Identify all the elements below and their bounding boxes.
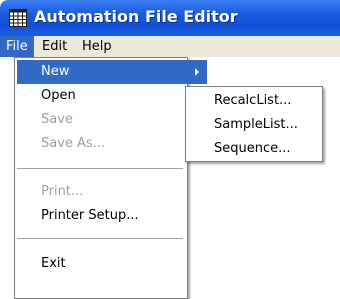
spreadsheet-icon	[9, 9, 27, 27]
file-menu: New Open Save Save As... Print... Printe…	[14, 57, 207, 299]
menu-item-save-as[interactable]: Save As...	[17, 132, 207, 156]
menu-item-samplelist[interactable]: SampleList...	[188, 113, 340, 137]
menu-item-sequence[interactable]: Sequence...	[188, 137, 340, 161]
menu-item-new-label: New	[41, 64, 70, 79]
menu-edit[interactable]: Edit	[36, 36, 73, 57]
new-submenu: RecalcList... SampleList... Sequence...	[185, 86, 323, 162]
menu-item-printer-setup[interactable]: Printer Setup...	[17, 204, 207, 228]
menu-item-save[interactable]: Save	[17, 108, 207, 132]
menu-file[interactable]: File	[0, 36, 34, 57]
title-bar[interactable]: Automation File Editor	[0, 0, 340, 36]
menu-item-open[interactable]: Open	[17, 84, 207, 108]
menu-item-print[interactable]: Print...	[17, 180, 207, 204]
menu-item-exit[interactable]: Exit	[17, 252, 207, 276]
submenu-arrow-icon	[195, 68, 199, 76]
menu-separator	[17, 238, 183, 239]
menu-bar: File Edit Help	[0, 36, 340, 57]
menu-item-new[interactable]: New	[17, 60, 207, 84]
window-title: Automation File Editor	[34, 7, 238, 26]
menu-help[interactable]: Help	[76, 36, 118, 57]
menu-item-recalclist[interactable]: RecalcList...	[188, 89, 340, 113]
menu-item-open-label: Open	[41, 88, 76, 103]
menu-separator	[17, 168, 183, 169]
app-window: Automation File Editor File Edit Help Ne…	[0, 0, 340, 299]
